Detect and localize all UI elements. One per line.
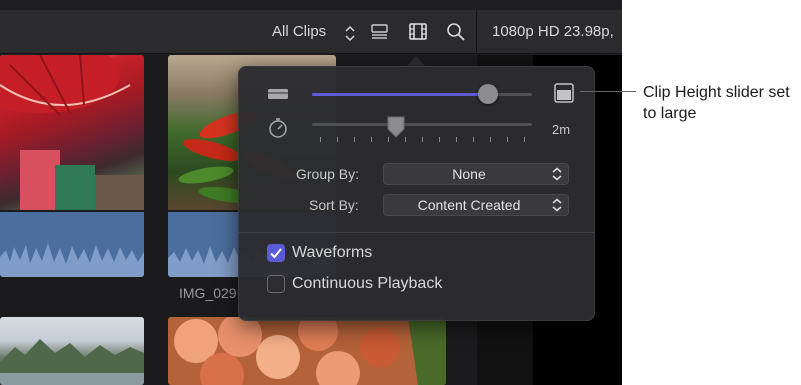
slider-tick <box>320 137 321 142</box>
zoom-duration-slider-knob[interactable] <box>386 115 406 139</box>
slider-tick <box>507 137 508 142</box>
updown-chevron-icon <box>550 197 564 213</box>
group-by-value: None <box>452 166 486 182</box>
slider-tick <box>456 137 457 142</box>
clip-thumbnail[interactable] <box>0 317 144 385</box>
slider-tick <box>354 137 355 142</box>
clip-height-slider-knob[interactable] <box>478 84 498 104</box>
checkmark-icon <box>270 248 282 259</box>
slider-tick <box>439 137 440 142</box>
slider-tick <box>473 137 474 142</box>
toolbar-divider <box>476 10 477 54</box>
continuous-playback-checkbox[interactable] <box>267 275 285 293</box>
popover-separator <box>239 232 594 233</box>
clip-thumbnail[interactable] <box>0 55 144 277</box>
slider-tick <box>371 137 372 142</box>
list-view-icon[interactable] <box>368 20 392 44</box>
slider-tick <box>490 137 491 142</box>
browser-toolbar: All Clips 1080p HD 23.98p, <box>0 10 622 54</box>
sort-by-select[interactable]: Content Created <box>383 194 569 216</box>
updown-chevron-icon[interactable] <box>338 22 355 46</box>
clip-appearance-popover: 2m Group By: None Sort By: Content Creat… <box>238 66 595 321</box>
duration-value-label: 2m <box>552 122 571 137</box>
final-cut-browser-window: All Clips 1080p HD 23.98p, IMG_029 2m Gr… <box>0 0 622 385</box>
large-clip-height-icon <box>553 82 575 104</box>
group-by-label: Group By: <box>296 166 360 182</box>
clip-thumbnail-image <box>0 317 144 385</box>
clip-thumbnail[interactable] <box>168 317 446 385</box>
viewer-format-label: 1080p HD 23.98p, <box>492 23 614 40</box>
clip-appearance-icon[interactable] <box>406 20 430 44</box>
group-by-select[interactable]: None <box>383 163 569 185</box>
search-icon[interactable] <box>444 20 468 44</box>
clip-height-slider-fill <box>312 93 488 96</box>
slider-tick <box>422 137 423 142</box>
waveforms-checkbox[interactable] <box>267 244 285 262</box>
all-clips-filter[interactable]: All Clips <box>272 10 326 54</box>
sort-by-label: Sort By: <box>309 197 359 213</box>
slider-tick <box>524 137 525 142</box>
stopwatch-icon <box>267 117 289 139</box>
waveforms-label[interactable]: Waveforms <box>292 244 372 262</box>
updown-chevron-icon <box>550 166 564 182</box>
callout-line <box>580 91 636 92</box>
sort-by-value: Content Created <box>417 197 521 213</box>
clip-thumbnail-image <box>168 317 446 385</box>
slider-tick <box>337 137 338 142</box>
clip-waveform <box>0 212 144 277</box>
zoom-duration-slider-track <box>312 123 532 126</box>
small-clip-height-icon <box>267 87 289 101</box>
clip-thumbnail-image <box>0 55 144 210</box>
callout-text: Clip Height slider set to large <box>643 84 790 122</box>
continuous-playback-label[interactable]: Continuous Playback <box>292 275 442 293</box>
clip-name-label: IMG_029 <box>179 285 237 301</box>
